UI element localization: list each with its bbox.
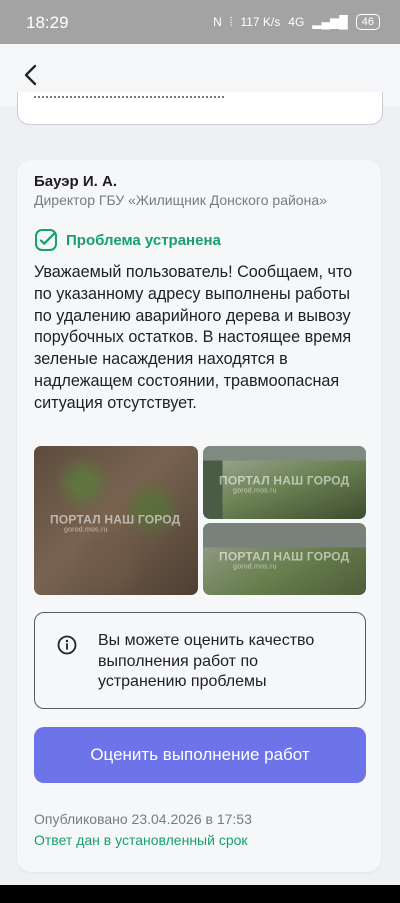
signal-icon: ▂▄▆█ bbox=[312, 15, 348, 29]
cut-off-text bbox=[34, 96, 224, 104]
photo-watermark: ПОРТАЛ НАШ ГОРОД gorod.mos.ru bbox=[219, 473, 350, 495]
photo-watermark: ПОРТАЛ НАШ ГОРОД gorod.mos.ru bbox=[219, 549, 350, 571]
response-message: Уважаемый пользователь! Сообщаем, что по… bbox=[34, 263, 353, 412]
response-photo-2[interactable]: ПОРТАЛ НАШ ГОРОД gorod.mos.ru bbox=[203, 446, 366, 519]
nfc-icon: N bbox=[213, 15, 222, 29]
info-icon bbox=[57, 635, 77, 655]
rating-info-box: Вы можете оценить качество выполнения ра… bbox=[34, 612, 366, 709]
resolved-check-icon bbox=[35, 229, 57, 251]
network-type: 4G bbox=[288, 15, 305, 29]
rating-info-text: Вы можете оценить качество выполнения ра… bbox=[98, 632, 315, 691]
author-name: Бауэр И. А. bbox=[34, 173, 117, 190]
response-photo-1[interactable]: ПОРТАЛ НАШ ГОРОД gorod.mos.ru bbox=[34, 446, 198, 595]
previous-card-cut-off bbox=[17, 92, 383, 125]
response-photo-3[interactable]: ПОРТАЛ НАШ ГОРОД gorod.mos.ru bbox=[203, 523, 366, 595]
problem-status-label: Проблема устранена bbox=[66, 231, 221, 249]
battery-icon: 46 bbox=[355, 14, 380, 30]
official-response-card: Бауэр И. А. Директор ГБУ «Жилищник Донск… bbox=[17, 160, 381, 872]
status-time: 18:29 bbox=[26, 13, 69, 32]
system-navigation-bar bbox=[0, 885, 400, 903]
answer-deadline-status: Ответ дан в установленный срок bbox=[34, 832, 248, 848]
photo-watermark: ПОРТАЛ НАШ ГОРОД gorod.mos.ru bbox=[50, 512, 181, 534]
published-date: Опубликовано 23.04.2026 в 17:53 bbox=[34, 811, 252, 827]
author-position: Директор ГБУ «Жилищник Донского района» bbox=[34, 192, 327, 208]
vibration-icon: ⦙ bbox=[229, 14, 233, 29]
rate-work-button[interactable]: Оценить выполнение работ bbox=[34, 727, 366, 783]
problem-status: Проблема устранена bbox=[34, 228, 221, 252]
status-icons: N ⦙ 117 K/s 4G ▂▄▆█ 46 bbox=[213, 14, 380, 30]
network-speed: 117 K/s bbox=[240, 15, 281, 29]
status-bar: 18:29 N ⦙ 117 K/s 4G ▂▄▆█ 46 bbox=[0, 0, 400, 44]
back-icon[interactable] bbox=[18, 62, 44, 88]
